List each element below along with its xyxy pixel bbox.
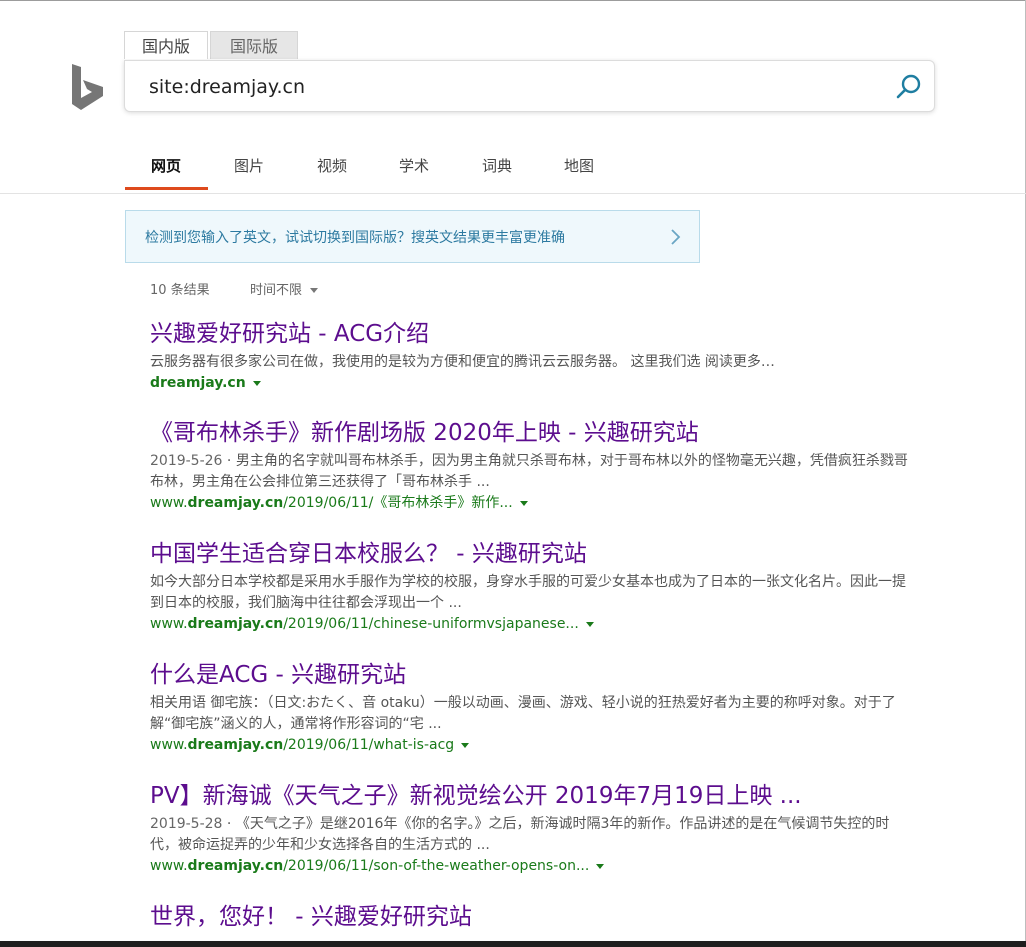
bing-logo[interactable]: [70, 64, 106, 110]
result-snippet: 2019-5-26 · 男主角的名字就叫哥布林杀手，因为男主角就只杀哥布林，对于…: [150, 453, 908, 490]
result-date: 2019-5-26: [150, 453, 223, 469]
result-snippet-text: 男主角的名字就叫哥布林杀手，因为男主角就只杀哥布林，对于哥布林以外的怪物毫无兴趣…: [150, 453, 908, 490]
search-icon[interactable]: [894, 72, 924, 102]
nav-academic[interactable]: 学术: [372, 148, 456, 190]
time-filter-label: 时间不限: [250, 283, 303, 298]
result-url-domain: dreamjay.cn: [187, 858, 284, 874]
result-url-path: /2019/06/11/son-of-the-weather-opens-on.…: [283, 858, 590, 874]
result-url-prefix: www.: [150, 495, 188, 511]
result-snippet: 相关用语 御宅族：（日文:おたく、音 otaku）一般以动画、漫画、游戏、轻小说…: [150, 695, 896, 732]
result-url-domain: dreamjay.cn: [187, 616, 284, 632]
chevron-down-icon[interactable]: [585, 621, 594, 627]
top-border: [0, 0, 1026, 1]
chevron-down-icon[interactable]: [596, 863, 605, 869]
nav-images[interactable]: 图片: [207, 148, 291, 190]
nav-active-indicator: [125, 187, 208, 190]
result-url: www.dreamjay.cn/2019/06/11/《哥布林杀手》新作...: [150, 493, 910, 513]
result-url-path: /2019/06/11/《哥布林杀手》新作...: [283, 495, 513, 511]
result-url-domain: dreamjay.cn: [187, 495, 284, 511]
result-title-link[interactable]: 《哥布林杀手》新作剧场版 2020年上映 - 兴趣研究站: [150, 418, 910, 448]
search-input[interactable]: [149, 73, 849, 101]
search-result: 世界，您好！ - 兴趣爱好研究站: [150, 902, 910, 932]
search-result: 《哥布林杀手》新作剧场版 2020年上映 - 兴趣研究站 2019-5-26 ·…: [150, 418, 910, 513]
result-url-path: /2019/06/11/what-is-acg: [283, 737, 455, 753]
result-url: dreamjay.cn: [150, 373, 910, 393]
chevron-down-icon[interactable]: [519, 500, 528, 506]
bottom-edge: [0, 941, 1026, 947]
time-filter-dropdown[interactable]: 时间不限: [250, 279, 319, 298]
search-result: 什么是ACG - 兴趣研究站 相关用语 御宅族：（日文:おたく、音 otaku）…: [150, 660, 910, 755]
nav-videos[interactable]: 视频: [290, 148, 374, 190]
nav-divider: [0, 193, 1026, 194]
result-count: 10 条结果: [150, 283, 210, 298]
result-snippet: 2019-5-28 · 《天气之子》是继2016年《你的名字。》之后，新海诚时隔…: [150, 816, 890, 853]
international-suggestion-banner[interactable]: 检测到您输入了英文，试试切换到国际版？搜英文结果更丰富更准确: [125, 210, 700, 263]
chevron-down-icon: [310, 288, 319, 293]
search-result: 中国学生适合穿日本校服么？ - 兴趣研究站 如今大部分日本学校都是采用水手服作为…: [150, 539, 910, 634]
tab-international[interactable]: 国际版: [210, 31, 298, 59]
result-url-path: /2019/06/11/chinese-uniformvsjapanese...: [283, 616, 579, 632]
result-url-domain: dreamjay.cn: [150, 375, 246, 391]
result-title-link[interactable]: 世界，您好！ - 兴趣爱好研究站: [150, 902, 910, 932]
chevron-down-icon[interactable]: [461, 742, 470, 748]
result-snippet: 云服务器有很多家公司在做，我使用的是较为方便和便宜的腾讯云云服务器。 这里我们选…: [150, 354, 775, 370]
result-url: www.dreamjay.cn/2019/06/11/son-of-the-we…: [150, 856, 910, 876]
search-result: PV】新海诚《天气之子》新视觉绘公开 2019年7月19日上映 ... 2019…: [150, 781, 910, 876]
chevron-down-icon[interactable]: [252, 380, 261, 386]
search-result: 兴趣爱好研究站 - ACG介绍 云服务器有很多家公司在做，我使用的是较为方便和便…: [150, 319, 910, 393]
result-url-prefix: www.: [150, 616, 188, 632]
tab-domestic[interactable]: 国内版: [124, 31, 208, 59]
nav-web[interactable]: 网页: [124, 148, 208, 190]
result-title-link[interactable]: 什么是ACG - 兴趣研究站: [150, 660, 910, 690]
result-title-link[interactable]: 兴趣爱好研究站 - ACG介绍: [150, 319, 910, 349]
result-url: www.dreamjay.cn/2019/06/11/chinese-unifo…: [150, 614, 910, 634]
chevron-right-icon: [671, 229, 681, 245]
result-snippet: 如今大部分日本学校都是采用水手服作为学校的校服，身穿水手服的可爱少女基本也成为了…: [150, 574, 906, 611]
suggestion-text: 检测到您输入了英文，试试切换到国际版？搜英文结果更丰富更准确: [145, 230, 565, 246]
nav-dictionary[interactable]: 词典: [455, 148, 539, 190]
result-title-link[interactable]: 中国学生适合穿日本校服么？ - 兴趣研究站: [150, 539, 910, 569]
result-title-link[interactable]: PV】新海诚《天气之子》新视觉绘公开 2019年7月19日上映 ...: [150, 781, 910, 811]
nav-maps[interactable]: 地图: [537, 148, 621, 190]
result-url: www.dreamjay.cn/2019/06/11/what-is-acg: [150, 735, 910, 755]
result-url-prefix: www.: [150, 737, 188, 753]
result-snippet-text: 《天气之子》是继2016年《你的名字。》之后，新海诚时隔3年的新作。作品讲述的是…: [150, 816, 890, 853]
result-date: 2019-5-28: [150, 816, 223, 832]
search-box: [124, 60, 935, 112]
result-url-prefix: www.: [150, 858, 188, 874]
result-url-domain: dreamjay.cn: [187, 737, 284, 753]
